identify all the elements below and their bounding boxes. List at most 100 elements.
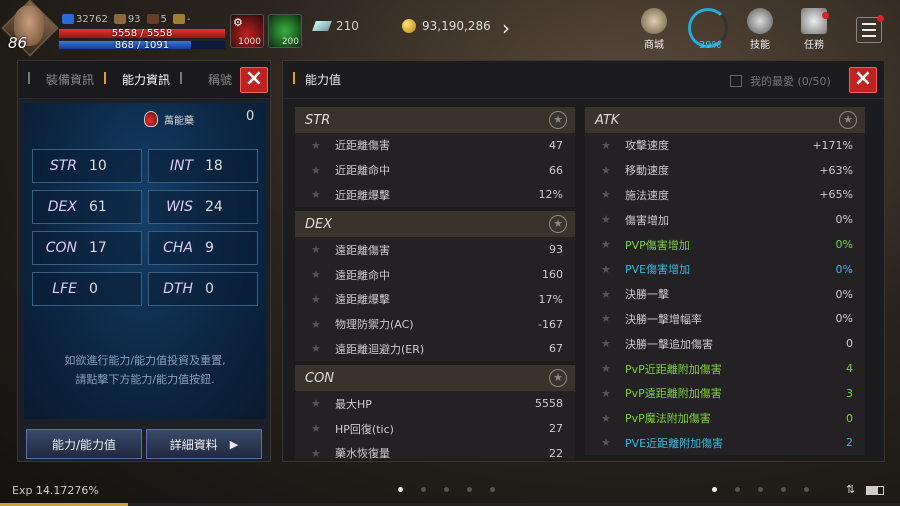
page-dot[interactable]: [467, 487, 472, 492]
skills-button[interactable]: 技能: [738, 8, 782, 51]
stat-row-value: +63%: [819, 163, 853, 177]
stat-row-name: 近距離傷害: [335, 139, 390, 153]
elixir-value: 0: [246, 109, 255, 124]
section-favorite-star-icon[interactable]: ★: [839, 111, 857, 129]
stat-row: ★ PVE傷害增加 0%: [585, 257, 865, 282]
currency-expand-arrow[interactable]: ›: [502, 16, 510, 40]
favorite-star-icon[interactable]: ★: [311, 164, 335, 177]
favorite-checkbox[interactable]: [730, 75, 742, 87]
stat-section-str: STR ★ ★ 近距離傷害 47 ★ 近距離命中 66 ★ 近距離爆擊 12%: [295, 107, 575, 208]
gold-coin-icon: [402, 19, 416, 33]
stat-row: ★ 物理防禦力(AC) -167: [295, 312, 575, 337]
buff-3[interactable]: 5: [146, 14, 167, 25]
quest-button[interactable]: 任務: [792, 8, 836, 51]
favorite-star-icon[interactable]: ★: [601, 362, 625, 375]
menu-notification-dot: [877, 15, 884, 22]
buff-2[interactable]: 93: [113, 14, 141, 25]
favorite-star-icon[interactable]: ★: [311, 422, 335, 435]
stat-row: ★ 近距離爆擊 12%: [295, 183, 575, 208]
stat-row-name: PvP遠距離附加傷害: [625, 387, 722, 401]
favorite-star-icon[interactable]: ★: [601, 337, 625, 350]
menu-line-icon: [862, 35, 876, 37]
trophy-icon: [172, 14, 185, 24]
stat-row-name: 藥水恢復量: [335, 447, 390, 459]
favorite-toggle[interactable]: 我的最愛 (0/50): [730, 73, 831, 89]
stat-row-value: 0%: [835, 312, 853, 326]
favorite-star-icon[interactable]: ★: [311, 139, 335, 152]
favorite-star-icon[interactable]: ★: [601, 412, 625, 425]
herb-quickslot[interactable]: 200: [268, 14, 302, 48]
favorite-star-icon[interactable]: ★: [601, 213, 625, 226]
close-left-panel-button[interactable]: ×: [240, 67, 268, 93]
play-arrow-icon: ▶: [229, 437, 239, 451]
section-favorite-star-icon[interactable]: ★: [549, 111, 567, 129]
favorite-star-icon[interactable]: ★: [601, 238, 625, 251]
stat-row: ★ PvP遠距離附加傷害 3: [585, 381, 865, 406]
page-dot[interactable]: [712, 487, 717, 492]
mp-text: 868 / 1091: [114, 40, 170, 51]
favorite-star-icon[interactable]: ★: [601, 436, 625, 449]
section-favorite-star-icon[interactable]: ★: [549, 369, 567, 388]
crystal-currency: 210: [312, 19, 359, 33]
page-dot[interactable]: [804, 487, 809, 492]
details-button[interactable]: 詳細資料 ▶: [146, 429, 262, 459]
tab-title[interactable]: 稱號: [180, 71, 242, 88]
stat-row: ★ 決勝一擊增幅率 0%: [585, 307, 865, 332]
page-dot[interactable]: [735, 487, 740, 492]
favorite-star-icon[interactable]: ★: [601, 164, 625, 177]
stat-int: INT 18: [148, 149, 258, 183]
buff-4[interactable]: -: [172, 14, 191, 25]
favorite-star-icon[interactable]: ★: [601, 288, 625, 301]
stat-row-name: 遠距離命中: [335, 268, 390, 282]
favorite-star-icon[interactable]: ★: [311, 268, 335, 281]
stat-row-value: 5558: [535, 397, 563, 411]
stat-row-name: PVE傷害增加: [625, 263, 691, 277]
section-title: DEX: [305, 216, 333, 232]
stat-value: 0: [89, 281, 98, 297]
stat-row-name: 決勝一擊增幅率: [625, 312, 702, 326]
close-right-panel-button[interactable]: ×: [849, 67, 877, 93]
page-dot[interactable]: [758, 487, 763, 492]
swirl-icon: [747, 8, 773, 34]
stat-row-name: 決勝一擊追加傷害: [625, 337, 713, 351]
stat-row-value: 12%: [538, 188, 563, 202]
quest-label: 任務: [804, 40, 824, 51]
favorite-star-icon[interactable]: ★: [311, 447, 335, 459]
stat-row-value: 0: [846, 337, 853, 351]
buff-1[interactable]: 32762: [62, 14, 108, 25]
section-title: STR: [305, 112, 331, 128]
favorite-star-icon[interactable]: ★: [311, 243, 335, 256]
stats-column-right[interactable]: ATK ★ ★ 攻擊速度 +171% ★ 移動速度 +63% ★ 施法速度 +65% ★ 傷害增加 0% ★…: [585, 107, 865, 459]
favorite-star-icon[interactable]: ★: [311, 188, 335, 201]
stat-value: 9: [205, 240, 214, 256]
potion-quickslot[interactable]: ⚙ 1000: [230, 14, 264, 48]
favorite-star-icon[interactable]: ★: [601, 387, 625, 400]
favorite-star-icon[interactable]: ★: [311, 397, 335, 410]
favorite-star-icon[interactable]: ★: [311, 318, 335, 331]
favorite-star-icon[interactable]: ★: [311, 342, 335, 355]
stat-value: 17: [89, 240, 107, 256]
favorite-star-icon[interactable]: ★: [601, 188, 625, 201]
favorite-star-icon[interactable]: ★: [601, 312, 625, 325]
page-dot[interactable]: [398, 487, 403, 492]
page-dot[interactable]: [781, 487, 786, 492]
page-dots-right: [712, 487, 809, 492]
stat-value: 61: [89, 199, 107, 215]
tab-equipment[interactable]: 裝備資訊: [28, 71, 104, 88]
stat-row-value: 27: [549, 422, 563, 436]
stat-row: ★ 藥水恢復量 22: [295, 441, 575, 459]
stat-row-name: 最大HP: [335, 397, 372, 411]
page-dot[interactable]: [421, 487, 426, 492]
shop-button[interactable]: 商城: [632, 8, 676, 51]
ability-points-button[interactable]: 能力/能力值: [26, 429, 142, 459]
section-favorite-star-icon[interactable]: ★: [549, 215, 567, 234]
details-label: 詳細資料: [169, 437, 218, 452]
favorite-star-icon[interactable]: ★: [311, 293, 335, 306]
page-dot[interactable]: [490, 487, 495, 492]
favorite-star-icon[interactable]: ★: [601, 139, 625, 152]
favorite-star-icon[interactable]: ★: [601, 263, 625, 276]
page-dot[interactable]: [444, 487, 449, 492]
top-hud: 86 32762 93 5 - 5558 / 5558 868 / 1091 ⚙…: [0, 0, 900, 58]
tab-ability[interactable]: 能力資訊: [104, 71, 180, 88]
stats-column-left[interactable]: STR ★ ★ 近距離傷害 47 ★ 近距離命中 66 ★ 近距離爆擊 12% DEX ★ ★ 遠距離傷害 9…: [295, 107, 575, 459]
